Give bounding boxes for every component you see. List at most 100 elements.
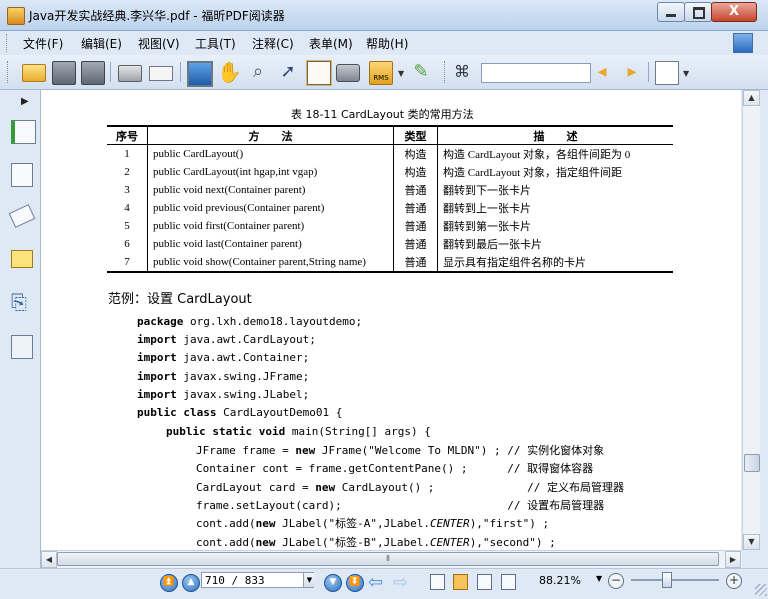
status-bar: ⏫ ▲ 710 / 833 ▼ ▼ ⏬ ⇦ ⇨ 88.21% ▼ − + xyxy=(0,568,768,599)
code-text: ),"second") ; xyxy=(469,536,556,549)
code-text: javax.swing.JLabel; xyxy=(176,388,310,401)
table-cell: 3 xyxy=(124,184,130,196)
first-page-icon[interactable]: ⏫ xyxy=(160,574,178,592)
code-text: JLabel("标签-B",JLabel. xyxy=(275,536,430,549)
menu-tools[interactable]: 工具(T) xyxy=(195,35,236,52)
signatures-icon[interactable] xyxy=(11,335,33,359)
menu-view[interactable]: 视图(V) xyxy=(138,35,180,52)
menu-edit[interactable]: 编辑(E) xyxy=(81,35,122,52)
email-icon[interactable] xyxy=(149,66,173,81)
table-cell: public void show(Container parent,String… xyxy=(147,253,394,273)
maximize-button[interactable] xyxy=(684,2,712,22)
code-line: package org.lxh.demo18.layoutdemo; xyxy=(137,315,362,328)
snapshot-icon[interactable] xyxy=(336,64,360,82)
rms-icon[interactable]: RMS xyxy=(369,61,393,85)
previous-page-icon[interactable]: ▲ xyxy=(182,574,200,592)
comments-icon[interactable] xyxy=(11,250,33,268)
sign-icon[interactable]: ✎ xyxy=(410,61,432,83)
zoom-out-icon[interactable]: − xyxy=(608,573,624,589)
horizontal-scrollbar[interactable]: ◀ ⦀ ▶ xyxy=(41,550,742,568)
toolbar-grip[interactable] xyxy=(444,61,448,83)
toolbar-separator xyxy=(110,62,111,82)
page-dropdown-icon[interactable]: ▼ xyxy=(303,573,315,587)
zoom-level[interactable]: 88.21% xyxy=(539,574,581,587)
code-text: java.awt.Container; xyxy=(176,351,310,364)
find-icon[interactable]: ⌘ xyxy=(451,61,473,83)
code-line: CardLayout card = new CardLayout() ; // … xyxy=(196,479,624,495)
save-as-icon[interactable] xyxy=(81,61,105,85)
select-arrow-icon[interactable]: ➚ xyxy=(277,61,299,83)
code-keyword: new xyxy=(315,481,336,494)
prev-result-icon[interactable]: ◂ xyxy=(591,61,613,83)
doc-options-icon[interactable] xyxy=(655,61,679,85)
scroll-left-button[interactable]: ◀ xyxy=(41,551,57,568)
zoom-dropdown-icon[interactable]: ▼ xyxy=(596,574,602,583)
methods-table: 序号 方 法 类型 描 述 1 public CardLayout() 构造 构… xyxy=(107,125,673,273)
attachments-icon[interactable]: ⎘ xyxy=(11,290,31,314)
layers-icon[interactable] xyxy=(8,204,36,228)
menu-forms[interactable]: 表单(M) xyxy=(309,35,353,52)
code-keyword: new xyxy=(255,517,276,530)
last-page-icon[interactable]: ⏬ xyxy=(346,574,364,592)
code-italic: CENTER xyxy=(429,517,470,530)
code-keyword: import xyxy=(137,370,177,383)
single-page-icon[interactable] xyxy=(430,574,445,590)
search-input[interactable] xyxy=(481,63,591,83)
code-line: Container cont = frame.getContentPane() … xyxy=(196,460,593,476)
rms-dropdown-icon[interactable]: ▼ xyxy=(398,69,404,78)
go-forward-icon[interactable]: ⇨ xyxy=(393,572,408,593)
hand-tool-icon[interactable]: ✋ xyxy=(217,61,242,83)
facing-page-icon[interactable] xyxy=(477,574,492,590)
code-text: CardLayout() ; // 定义布局管理器 xyxy=(335,481,625,494)
code-line: import java.awt.Container; xyxy=(137,351,309,364)
open-icon[interactable] xyxy=(22,64,46,82)
horizontal-scroll-thumb[interactable]: ⦀ xyxy=(57,552,719,566)
menu-file[interactable]: 文件(F) xyxy=(23,35,63,52)
continuous-facing-icon[interactable] xyxy=(501,574,516,590)
scroll-down-button[interactable]: ▼ xyxy=(743,534,760,550)
save-icon[interactable] xyxy=(52,61,76,85)
menu-comment[interactable]: 注释(C) xyxy=(252,35,294,52)
fullscreen-icon[interactable] xyxy=(187,61,213,87)
zoom-tool-icon[interactable]: ⌕ xyxy=(247,61,269,83)
bookmarks-icon[interactable] xyxy=(11,120,36,144)
menu-grip[interactable] xyxy=(6,34,10,52)
print-icon[interactable] xyxy=(118,65,142,82)
next-result-icon[interactable]: ▸ xyxy=(621,61,643,83)
vertical-scroll-thumb[interactable] xyxy=(744,454,760,472)
scroll-right-button[interactable]: ▶ xyxy=(725,551,741,568)
resize-grip[interactable] xyxy=(755,584,767,596)
scroll-up-button[interactable]: ▲ xyxy=(743,90,760,106)
close-button[interactable]: X xyxy=(711,2,757,22)
code-line: import javax.swing.JFrame; xyxy=(137,370,309,383)
pages-icon[interactable] xyxy=(11,163,33,187)
table-cell: 构造 xyxy=(393,144,438,163)
page-number-input[interactable]: 710 / 833 xyxy=(201,572,314,588)
go-back-icon[interactable]: ⇦ xyxy=(368,572,383,593)
zoom-in-icon[interactable]: + xyxy=(726,573,742,589)
toolbar-separator xyxy=(180,62,181,82)
table-header: 类型 xyxy=(393,125,438,145)
doc-options-dropdown-icon[interactable]: ▼ xyxy=(683,69,689,78)
toolbar-grip[interactable] xyxy=(7,61,11,83)
zoom-slider-thumb[interactable] xyxy=(662,572,673,588)
pin-toolbar-icon[interactable] xyxy=(733,33,753,53)
code-keyword: public class xyxy=(137,406,217,419)
panel-expand-icon[interactable]: ▶ xyxy=(21,96,29,107)
code-keyword: new xyxy=(295,444,316,457)
code-text: JFrame frame = xyxy=(196,444,296,457)
code-line: frame.setLayout(card); // 设置布局管理器 xyxy=(196,497,604,513)
zoom-slider[interactable] xyxy=(631,579,719,581)
table-cell: 构造 CardLayout 对象，指定组件间距 xyxy=(437,163,673,181)
code-line: JFrame frame = new JFrame("Welcome To ML… xyxy=(196,442,604,458)
code-text: cont.add( xyxy=(196,536,256,549)
continuous-page-icon[interactable] xyxy=(453,574,468,590)
minimize-button[interactable] xyxy=(657,2,685,22)
vertical-scrollbar[interactable]: ▲ ▼ xyxy=(742,90,760,550)
next-page-icon[interactable]: ▼ xyxy=(324,574,342,592)
table-cell: 普通 xyxy=(393,235,438,253)
code-text: frame.setLayout(card); // 设置布局管理器 xyxy=(196,499,605,512)
menu-help[interactable]: 帮助(H) xyxy=(366,35,408,52)
text-select-icon[interactable] xyxy=(306,60,332,86)
code-text: ),"first") ; xyxy=(469,517,550,530)
